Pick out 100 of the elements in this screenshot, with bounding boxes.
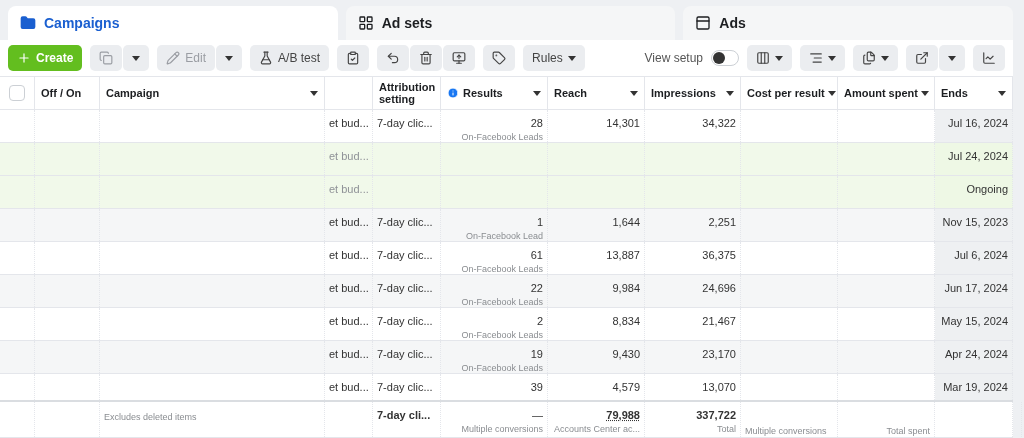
column-header[interactable]: Campaign bbox=[100, 77, 325, 109]
table-cell: Ongoing bbox=[966, 183, 1008, 195]
tab[interactable]: Ad sets bbox=[345, 6, 676, 40]
caret-icon bbox=[948, 55, 956, 61]
table-cell: et bud... bbox=[329, 117, 369, 129]
caret-icon bbox=[132, 55, 141, 61]
table-row[interactable]: et bud... Jul 24, 2024 bbox=[0, 143, 1013, 176]
table-cell: 7-day clic... bbox=[377, 117, 433, 129]
table-cell: Nov 15, 2023 bbox=[942, 216, 1008, 228]
dropdown-button[interactable] bbox=[939, 45, 965, 71]
table-row[interactable]: et bud... 7-day clic... 61 On-Facebook Leads 13,887 36,375 Jul 6, 2024 bbox=[0, 242, 1013, 275]
column-header[interactable]: Off / On bbox=[35, 77, 100, 109]
table-cell: 2,251 bbox=[708, 216, 736, 228]
columns-button[interactable] bbox=[747, 45, 792, 71]
table-cell: May 15, 2024 bbox=[941, 315, 1008, 327]
table-cell: 24,696 bbox=[702, 282, 736, 294]
table-cell: Jul 16, 2024 bbox=[948, 117, 1008, 129]
caret-icon bbox=[533, 90, 541, 96]
line-chart-icon bbox=[982, 51, 996, 65]
ab-test-button[interactable]: A/B test bbox=[250, 45, 330, 71]
share-button[interactable] bbox=[906, 45, 938, 71]
table-cell: 14,301 bbox=[606, 117, 640, 129]
result-type: On-Facebook Leads bbox=[461, 330, 543, 340]
dropdown-button[interactable] bbox=[123, 45, 150, 71]
table-cell: 7-day clic... bbox=[377, 348, 433, 360]
column-header[interactable]: Impressions bbox=[645, 77, 741, 109]
select-all-checkbox[interactable] bbox=[9, 85, 25, 101]
table-cell: et bud... bbox=[329, 183, 369, 195]
result-type: On-Facebook Lead bbox=[465, 231, 543, 241]
undo-button[interactable] bbox=[377, 45, 410, 71]
trash-icon bbox=[419, 51, 434, 65]
table-row[interactable]: et bud... 7-day clic... 19 On-Facebook Leads 9,430 23,170 Apr 24, 2024 bbox=[0, 341, 1013, 374]
columns-icon bbox=[756, 51, 770, 65]
footer-total: 79,988 bbox=[606, 409, 640, 421]
flask-icon bbox=[259, 51, 274, 65]
chart-button[interactable] bbox=[973, 45, 1005, 71]
info-icon bbox=[447, 87, 459, 99]
result-type: On-Facebook Leads bbox=[461, 264, 543, 274]
pencil-icon bbox=[166, 51, 181, 65]
column-header[interactable]: Attribution setting bbox=[373, 77, 441, 109]
delete-button[interactable] bbox=[410, 45, 443, 71]
table-cell: 13,887 bbox=[606, 249, 640, 261]
table-row[interactable]: et bud... 7-day clic... 22 On-Facebook Leads 9,984 24,696 Jun 17, 2024 bbox=[0, 275, 1013, 308]
caret-icon bbox=[828, 55, 836, 61]
table-cell: 9,984 bbox=[612, 282, 640, 294]
footer-note: Excludes deleted items bbox=[104, 412, 197, 422]
table-row[interactable]: et bud... Ongoing bbox=[0, 176, 1013, 209]
grid-icon bbox=[357, 15, 374, 31]
table-row[interactable]: et bud... 7-day clic... 28 On-Facebook Leads 14,301 34,322 Jul 16, 2024 bbox=[0, 110, 1013, 143]
footer-note: Multiple conversions bbox=[745, 426, 827, 436]
pages-icon bbox=[862, 51, 876, 65]
dropdown-button[interactable] bbox=[216, 45, 243, 71]
tab[interactable]: Campaigns bbox=[8, 6, 338, 40]
table-cell: 7-day clic... bbox=[377, 216, 433, 228]
table-row[interactable]: et bud... 7-day clic... 2 On-Facebook Leads 8,834 21,467 May 15, 2024 bbox=[0, 308, 1013, 341]
column-header[interactable]: Ends bbox=[935, 77, 1013, 109]
copy-icon bbox=[99, 51, 114, 65]
undo-icon bbox=[386, 51, 401, 65]
caret-icon bbox=[567, 55, 576, 61]
footer-total: 7-day cli... bbox=[377, 409, 431, 421]
table-cell: 36,375 bbox=[702, 249, 736, 261]
table-cell: 39 bbox=[530, 381, 543, 393]
breakdown-button[interactable] bbox=[800, 45, 845, 71]
view-setup-toggle[interactable] bbox=[711, 50, 739, 66]
table-cell: 13,070 bbox=[702, 381, 736, 393]
export-button[interactable] bbox=[443, 45, 476, 71]
table-cell: 7-day clic... bbox=[377, 381, 433, 393]
tag-button[interactable] bbox=[483, 45, 516, 71]
column-header[interactable]: Cost per result bbox=[741, 77, 838, 109]
table-cell: 19 bbox=[530, 348, 543, 360]
column-header[interactable]: Amount spent bbox=[838, 77, 935, 109]
table-cell: et bud... bbox=[329, 282, 369, 294]
tag-icon bbox=[492, 51, 507, 65]
lines-icon bbox=[809, 51, 823, 65]
rules-button[interactable]: Rules bbox=[523, 45, 585, 71]
caret-icon bbox=[827, 90, 836, 96]
column-header[interactable]: Reach bbox=[548, 77, 645, 109]
footer-note: Total bbox=[717, 424, 736, 434]
footer-total: 337,722 bbox=[696, 409, 736, 421]
table-cell: 7-day clic... bbox=[377, 249, 433, 261]
table-cell: et bud... bbox=[329, 348, 369, 360]
caret-icon bbox=[775, 55, 783, 61]
table-cell: Jun 17, 2024 bbox=[944, 282, 1008, 294]
clipboard-button[interactable] bbox=[337, 45, 370, 71]
reports-button[interactable] bbox=[853, 45, 898, 71]
table-cell: 1 bbox=[536, 216, 543, 228]
table-cell: 28 bbox=[530, 117, 543, 129]
table-cell: 2 bbox=[536, 315, 543, 327]
table-cell: 1,644 bbox=[612, 216, 640, 228]
table-cell: 61 bbox=[530, 249, 543, 261]
table-cell: Apr 24, 2024 bbox=[945, 348, 1008, 360]
tab[interactable]: Ads bbox=[683, 6, 1013, 40]
table-cell: 21,467 bbox=[702, 315, 736, 327]
footer-total: — bbox=[532, 409, 543, 421]
caret-icon bbox=[881, 55, 889, 61]
table-row[interactable]: et bud... 7-day clic... 1 On-Facebook Lead 1,644 2,251 Nov 15, 2023 bbox=[0, 209, 1013, 242]
table-cell: 7-day clic... bbox=[377, 282, 433, 294]
column-header[interactable]: Results bbox=[441, 77, 548, 109]
caret-icon bbox=[310, 90, 318, 96]
external-link-icon bbox=[915, 51, 929, 65]
